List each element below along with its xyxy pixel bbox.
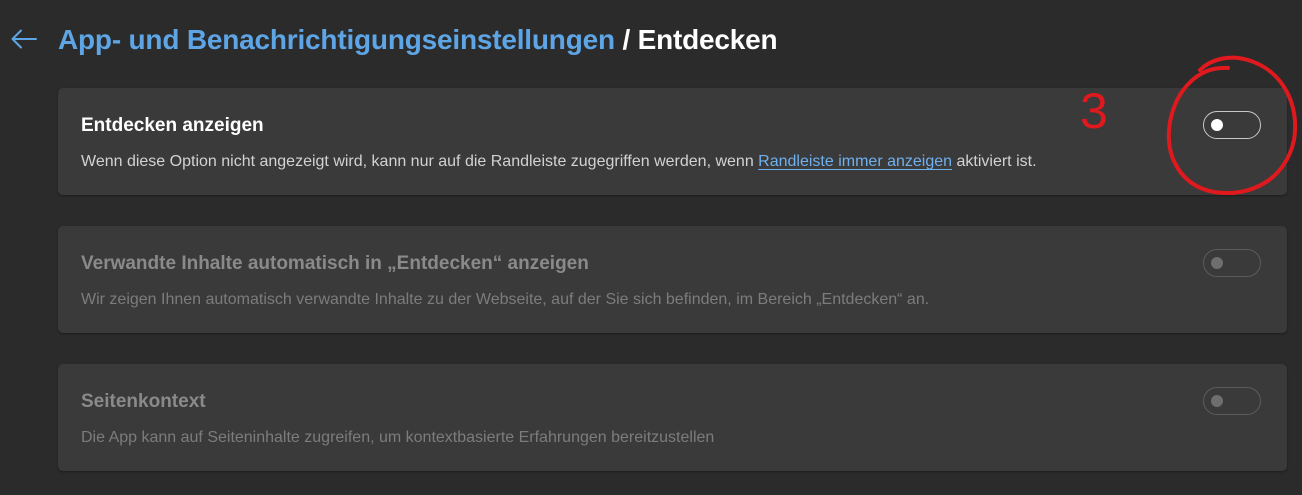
setting-title: Entdecken anzeigen <box>81 115 264 136</box>
page-title: Entdecken <box>637 24 778 55</box>
setting-card-page-context: Seitenkontext Die App kann auf Seiteninh… <box>58 364 1287 471</box>
page-header: App- und Benachrichtigungseinstellungen … <box>0 0 1302 80</box>
toggle-knob <box>1211 119 1223 131</box>
setting-description: Die App kann auf Seiteninhalte zugreifen… <box>81 429 715 446</box>
related-content-toggle[interactable] <box>1203 249 1261 277</box>
back-button[interactable] <box>10 25 38 53</box>
breadcrumb-separator: / <box>614 24 638 55</box>
setting-title: Seitenkontext <box>81 391 206 412</box>
toggle-knob <box>1211 395 1223 407</box>
setting-description-text: Wenn diese Option nicht angezeigt wird, … <box>81 153 759 170</box>
breadcrumb-parent-link[interactable]: App- und Benachrichtigungseinstellungen <box>58 24 615 55</box>
show-discover-toggle[interactable] <box>1203 111 1261 139</box>
page-context-toggle[interactable] <box>1203 387 1261 415</box>
setting-description: Wenn diese Option nicht angezeigt wird, … <box>81 153 1037 171</box>
setting-title: Verwandte Inhalte automatisch in „Entdec… <box>81 253 589 274</box>
setting-description: Wir zeigen Ihnen automatisch verwandte I… <box>81 291 930 308</box>
always-show-sidebar-link[interactable]: Randleiste immer anzeigen <box>758 153 952 170</box>
breadcrumb: App- und Benachrichtigungseinstellungen … <box>58 22 778 58</box>
setting-card-show-discover: Entdecken anzeigen Wenn diese Option nic… <box>58 88 1287 195</box>
arrow-left-icon <box>11 29 37 49</box>
setting-description-text-end: aktiviert ist. <box>952 153 1037 170</box>
toggle-knob <box>1211 257 1223 269</box>
settings-page: App- und Benachrichtigungseinstellungen … <box>0 0 1302 495</box>
setting-card-related-content: Verwandte Inhalte automatisch in „Entdec… <box>58 226 1287 333</box>
